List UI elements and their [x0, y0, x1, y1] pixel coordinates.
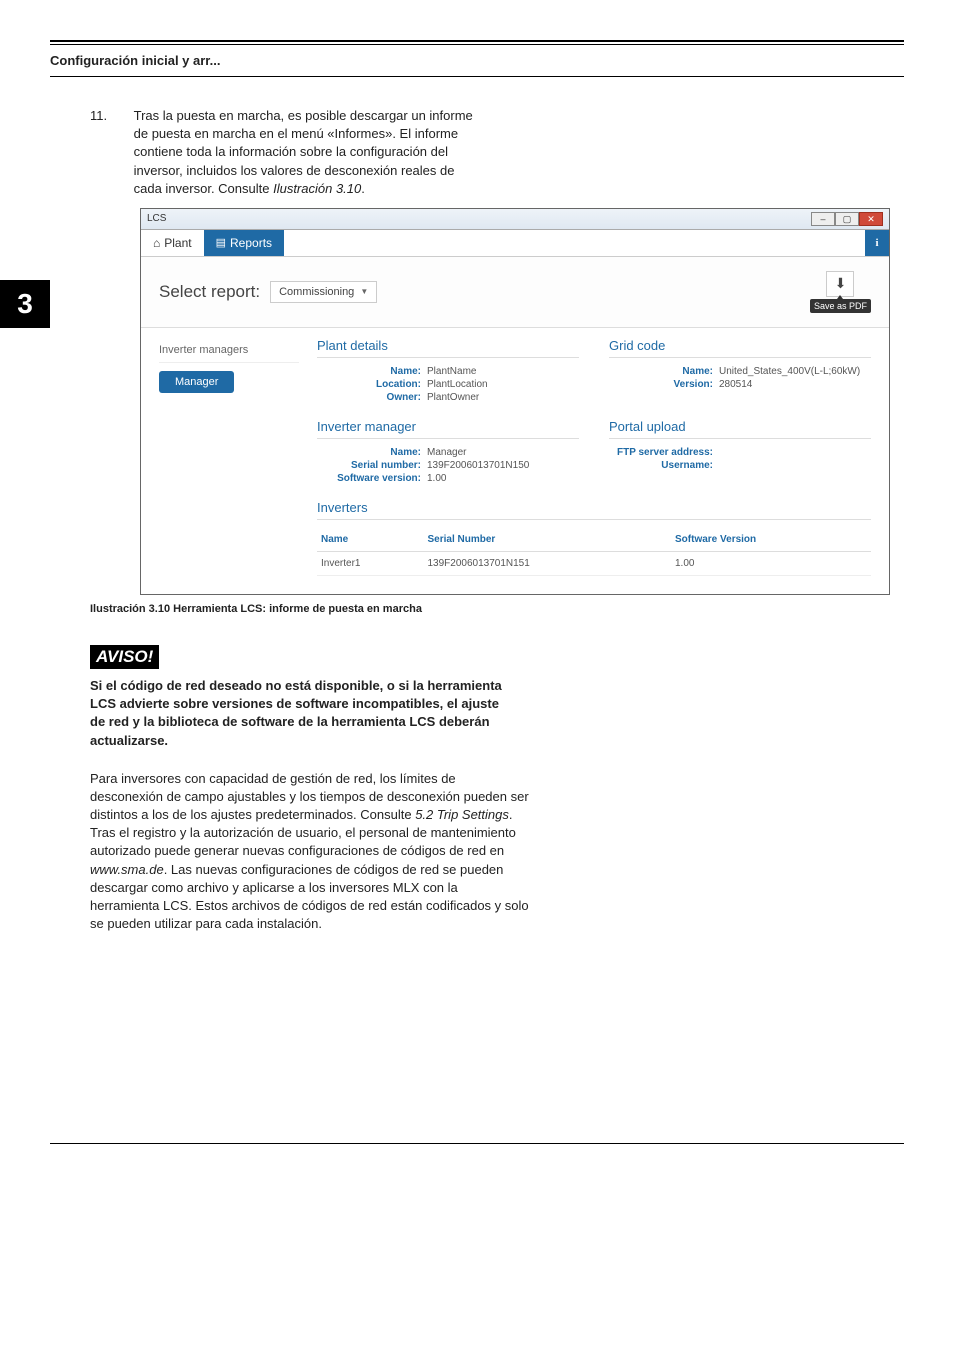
- cell-serial: 139F2006013701N151: [423, 551, 671, 575]
- cell-sw: 1.00: [671, 551, 871, 575]
- lcs-screenshot: LCS – ▢ ✕ ⌂ Plant ▤ Reports i Select rep…: [140, 208, 890, 595]
- im-serial-v: 139F2006013701N150: [427, 460, 529, 471]
- section-number: 3: [0, 280, 50, 328]
- ftp-k: FTP server address:: [609, 447, 719, 458]
- info-button[interactable]: i: [865, 230, 889, 256]
- im-sw-v: 1.00: [427, 473, 446, 484]
- table-row: Inverter1 139F2006013701N151 1.00: [317, 551, 871, 575]
- thin-rule-2: [50, 76, 904, 77]
- inv-mgr-title: Inverter manager: [317, 419, 579, 439]
- report-body: Inverter managers Manager Plant details …: [141, 328, 889, 594]
- portal-upload-section: Portal upload FTP server address: Userna…: [609, 419, 871, 486]
- report-dropdown[interactable]: Commissioning ▼: [270, 281, 377, 303]
- right-column: Plant details Name:PlantName Location:Pl…: [317, 338, 871, 576]
- manager-button[interactable]: Manager: [159, 371, 234, 393]
- pd-name-k: Name:: [317, 366, 427, 377]
- inverter-manager-section: Inverter manager Name:Manager Serial num…: [317, 419, 579, 486]
- header-title: Configuración inicial y arr...: [50, 45, 904, 76]
- step-ref: Ilustración 3.10: [273, 181, 361, 196]
- pd-owner-k: Owner:: [317, 392, 427, 403]
- cell-name: Inverter1: [317, 551, 423, 575]
- para-ref1: 5.2 Trip Settings: [415, 807, 509, 822]
- tab-plant[interactable]: ⌂ Plant: [141, 230, 204, 256]
- tab-plant-label: Plant: [164, 236, 191, 250]
- im-sw-k: Software version:: [317, 473, 427, 484]
- gc-ver-k: Version:: [609, 379, 719, 390]
- im-name-v: Manager: [427, 447, 466, 458]
- tab-reports-label: Reports: [230, 236, 272, 250]
- window-titlebar: LCS – ▢ ✕: [141, 209, 889, 230]
- im-serial-k: Serial number:: [317, 460, 427, 471]
- save-pdf-tooltip: Save as PDF: [810, 299, 871, 313]
- grid-code-title: Grid code: [609, 338, 871, 358]
- tab-reports[interactable]: ▤ Reports: [204, 230, 284, 256]
- inverters-table: Name Serial Number Software Version Inve…: [317, 528, 871, 576]
- gc-name-v: United_States_400V(L-L;60kW): [719, 366, 860, 377]
- portal-title: Portal upload: [609, 419, 871, 439]
- plant-details-title: Plant details: [317, 338, 579, 358]
- aviso-label: AVISO!: [90, 645, 159, 669]
- para-ref2: www.sma.de: [90, 862, 164, 877]
- dropdown-value: Commissioning: [279, 286, 354, 298]
- download-button[interactable]: ⬇: [826, 271, 854, 297]
- col-serial: Serial Number: [423, 528, 671, 552]
- pd-loc-k: Location:: [317, 379, 427, 390]
- col-sw: Software Version: [671, 528, 871, 552]
- pd-owner-v: PlantOwner: [427, 392, 479, 403]
- maximize-button[interactable]: ▢: [835, 212, 859, 226]
- top-rule: [50, 40, 904, 42]
- inverter-managers-label: Inverter managers: [159, 338, 299, 363]
- im-name-k: Name:: [317, 447, 427, 458]
- pd-loc-v: PlantLocation: [427, 379, 488, 390]
- document-icon: ▤: [216, 236, 226, 249]
- aviso-body: Si el código de red deseado no está disp…: [90, 677, 510, 750]
- gc-name-k: Name:: [609, 366, 719, 377]
- user-k: Username:: [609, 460, 719, 471]
- save-pdf-wrap: ⬇ Save as PDF: [810, 271, 871, 313]
- chevron-down-icon: ▼: [360, 287, 368, 296]
- download-icon: ⬇: [835, 275, 847, 292]
- left-column: Inverter managers Manager: [159, 338, 299, 576]
- select-report-row: Select report: Commissioning ▼ ⬇ Save as…: [141, 257, 889, 328]
- plant-details-section: Plant details Name:PlantName Location:Pl…: [317, 338, 579, 405]
- select-report-label: Select report:: [159, 282, 260, 302]
- window-buttons: – ▢ ✕: [811, 212, 883, 226]
- col-name: Name: [317, 528, 423, 552]
- minimize-button[interactable]: –: [811, 212, 835, 226]
- window-title: LCS: [147, 213, 166, 224]
- gc-ver-v: 280514: [719, 379, 752, 390]
- inverters-title: Inverters: [317, 500, 871, 520]
- bottom-rule: [50, 1143, 904, 1144]
- step-number: 11.: [90, 107, 130, 125]
- close-button[interactable]: ✕: [859, 212, 883, 226]
- step-text: Tras la puesta en marcha, es posible des…: [134, 107, 484, 198]
- home-icon: ⌂: [153, 236, 160, 250]
- step-block: 11. Tras la puesta en marcha, es posible…: [90, 107, 490, 198]
- pd-name-v: PlantName: [427, 366, 476, 377]
- tab-bar: ⌂ Plant ▤ Reports i: [141, 230, 889, 257]
- grid-code-section: Grid code Name:United_States_400V(L-L;60…: [609, 338, 871, 405]
- step-text-b: .: [361, 181, 365, 196]
- figure-caption: Ilustración 3.10 Herramienta LCS: inform…: [90, 603, 904, 615]
- body-paragraph: Para inversores con capacidad de gestión…: [90, 770, 530, 934]
